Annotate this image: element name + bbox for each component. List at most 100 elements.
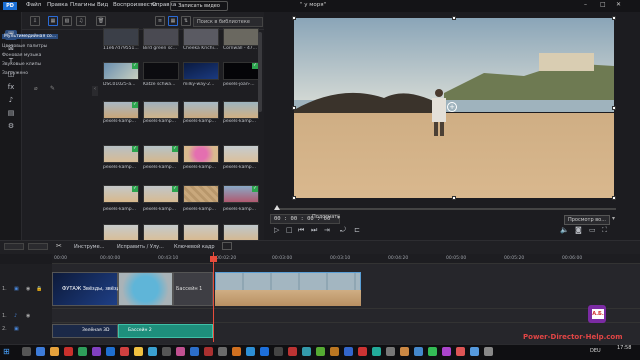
volume-icon[interactable]: 🔈 bbox=[560, 226, 569, 234]
taskbar-app-icon[interactable] bbox=[92, 347, 101, 356]
playhead-handle-icon[interactable] bbox=[210, 256, 217, 262]
taskbar-app-icon[interactable] bbox=[456, 347, 465, 356]
list-view-icon[interactable]: ≡ bbox=[155, 16, 165, 26]
resize-handle[interactable] bbox=[612, 106, 616, 110]
brush-icon[interactable]: ✎ bbox=[50, 85, 55, 92]
media-thumb[interactable] bbox=[143, 101, 179, 119]
camera-icon[interactable]: ◙ bbox=[575, 226, 582, 234]
taskbar-app-icon[interactable] bbox=[204, 347, 213, 356]
taskbar-app-icon[interactable] bbox=[400, 347, 409, 356]
mark-in-icon[interactable]: ⇥ bbox=[324, 226, 330, 234]
taskbar-app-icon[interactable] bbox=[260, 347, 269, 356]
windows-start-icon[interactable]: ⊞ bbox=[3, 347, 10, 356]
media-thumb[interactable] bbox=[183, 145, 219, 163]
video-filter-icon[interactable]: ▦ bbox=[48, 16, 58, 26]
media-thumb[interactable] bbox=[183, 101, 219, 119]
taskbar-app-icon[interactable] bbox=[372, 347, 381, 356]
media-thumb[interactable] bbox=[223, 28, 259, 46]
taskbar-app-icon[interactable] bbox=[134, 347, 143, 356]
taskbar-app-icon[interactable] bbox=[64, 347, 73, 356]
lock-icon[interactable]: 🔒 bbox=[36, 286, 42, 292]
tools-menu[interactable]: Инструме... bbox=[74, 244, 104, 250]
fix-enhance-menu[interactable]: Исправить / Улу... bbox=[117, 244, 164, 250]
taskbar-app-icon[interactable] bbox=[316, 347, 325, 356]
menu-file[interactable]: Файл bbox=[26, 2, 41, 8]
menu-view[interactable]: Вид bbox=[97, 2, 108, 8]
move-crosshair-icon[interactable]: + bbox=[447, 102, 457, 112]
tag-icon[interactable]: ⌀ bbox=[34, 85, 38, 92]
category-color-boards[interactable]: Цветовые палитры bbox=[2, 44, 47, 49]
sort-icon[interactable]: ⇅ bbox=[181, 16, 191, 26]
fit-select[interactable]: Подогнать bbox=[312, 214, 340, 220]
resize-handle[interactable] bbox=[612, 196, 616, 200]
taskbar-app-icon[interactable] bbox=[428, 347, 437, 356]
eye-icon[interactable]: ◉ bbox=[26, 313, 30, 319]
chevron-down-icon[interactable]: ▾ bbox=[337, 215, 340, 221]
maximize-icon[interactable]: □ bbox=[600, 1, 606, 8]
audio-track-icon[interactable]: ♪ bbox=[14, 313, 17, 319]
display-icon[interactable]: ▭ bbox=[589, 226, 596, 234]
resize-handle[interactable] bbox=[292, 196, 296, 200]
media-thumb[interactable] bbox=[223, 101, 259, 119]
fx-icon[interactable]: fx bbox=[5, 83, 17, 93]
resize-handle[interactable] bbox=[612, 16, 616, 20]
taskbar-app-icon[interactable] bbox=[302, 347, 311, 356]
category-media-content[interactable]: Мультимедийная со... bbox=[2, 34, 58, 39]
taskbar-app-icon[interactable] bbox=[36, 347, 45, 356]
menu-edit[interactable]: Правка bbox=[47, 2, 68, 8]
filter-icon[interactable]: ⚙ bbox=[5, 122, 17, 132]
category-sound-clips[interactable]: Звуковые клипы bbox=[2, 62, 41, 67]
prev-frame-icon[interactable]: ⏮ bbox=[298, 226, 304, 235]
scissors-icon[interactable]: ✂ bbox=[56, 242, 62, 250]
preview-scrubber[interactable] bbox=[276, 208, 616, 210]
play-icon[interactable]: ▷ bbox=[274, 226, 279, 234]
loop-icon[interactable]: ⤾ bbox=[340, 226, 346, 235]
taskbar-app-icon[interactable] bbox=[162, 347, 171, 356]
preview-quality-button[interactable]: Просмотр во... bbox=[564, 215, 610, 225]
audio-icon[interactable]: ♪ bbox=[5, 96, 17, 106]
trash-icon[interactable]: 🗑 bbox=[96, 16, 106, 26]
keyframe-button[interactable]: Ключевой кадр bbox=[174, 244, 215, 250]
taskbar-app-icon[interactable] bbox=[148, 347, 157, 356]
close-icon[interactable]: ✕ bbox=[616, 1, 621, 8]
taskbar-app-icon[interactable] bbox=[218, 347, 227, 356]
taskbar-app-icon[interactable] bbox=[232, 347, 241, 356]
resize-handle[interactable] bbox=[292, 106, 296, 110]
scrubber-handle-icon[interactable] bbox=[274, 205, 280, 210]
menu-plugins[interactable]: Плагины bbox=[70, 2, 95, 8]
stop-icon[interactable]: □ bbox=[286, 226, 293, 234]
resize-handle[interactable] bbox=[292, 16, 296, 20]
media-thumb[interactable] bbox=[183, 28, 219, 46]
media-thumb[interactable] bbox=[103, 28, 139, 46]
taskbar-app-icon[interactable] bbox=[50, 347, 59, 356]
collapse-panel-icon[interactable]: ‹ bbox=[92, 86, 98, 96]
taskbar-clock[interactable]: 17:58 bbox=[617, 345, 631, 351]
media-thumb[interactable] bbox=[183, 62, 219, 80]
resize-handle[interactable] bbox=[452, 196, 456, 200]
taskbar-app-icon[interactable] bbox=[288, 347, 297, 356]
media-thumb[interactable] bbox=[183, 185, 219, 203]
media-thumb[interactable] bbox=[143, 28, 179, 46]
track-manager-icon[interactable] bbox=[4, 243, 24, 250]
taskbar-app-icon[interactable] bbox=[484, 347, 493, 356]
category-background-music[interactable]: Фоновая музыка bbox=[2, 53, 41, 58]
taskbar-app-icon[interactable] bbox=[246, 347, 255, 356]
subtitle-icon[interactable]: ▤ bbox=[5, 109, 17, 119]
minimize-icon[interactable]: – bbox=[584, 1, 587, 8]
taskbar-app-icon[interactable] bbox=[344, 347, 353, 356]
more-tools-icon[interactable] bbox=[222, 242, 232, 250]
taskbar-app-icon[interactable] bbox=[470, 347, 479, 356]
taskbar-app-icon[interactable] bbox=[78, 347, 87, 356]
import-icon[interactable]: ⇩ bbox=[30, 16, 40, 26]
video-clip[interactable] bbox=[118, 272, 173, 306]
search-icon[interactable] bbox=[22, 347, 31, 356]
video-track-icon[interactable]: ▣ bbox=[14, 326, 19, 332]
eye-icon[interactable]: ◉ bbox=[26, 286, 30, 292]
taskbar-app-icon[interactable] bbox=[414, 347, 423, 356]
video-track-icon[interactable]: ▣ bbox=[14, 286, 19, 292]
search-input[interactable]: Поиск в библиотеке bbox=[193, 17, 263, 27]
taskbar-app-icon[interactable] bbox=[176, 347, 185, 356]
category-downloaded[interactable]: Загружено bbox=[2, 71, 28, 76]
library-scrollbar[interactable] bbox=[258, 32, 262, 112]
mark-out-icon[interactable]: ⊏ bbox=[354, 226, 360, 234]
